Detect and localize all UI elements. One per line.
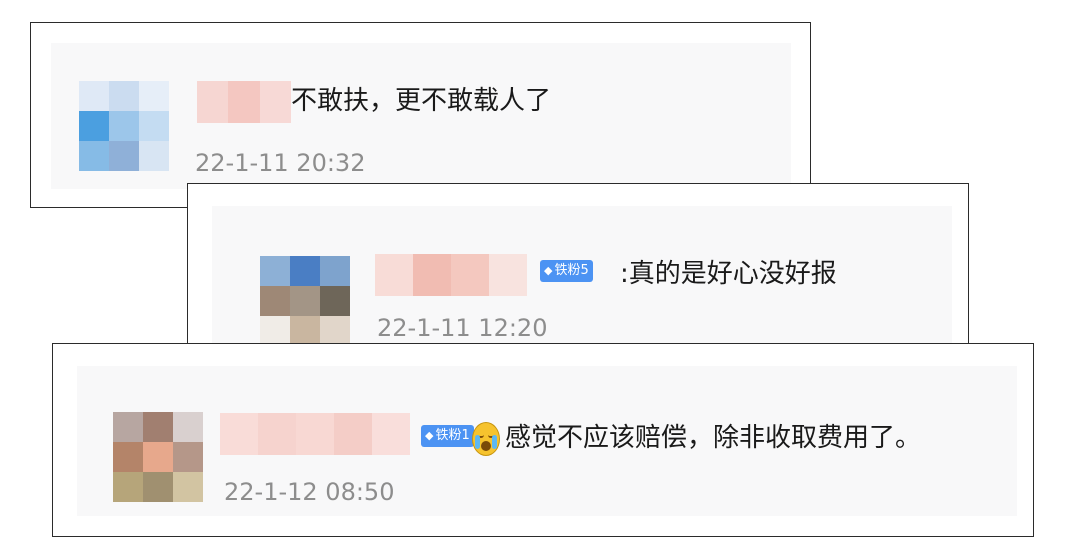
mosaic-cell	[375, 254, 413, 296]
mosaic-cell	[320, 316, 350, 346]
avatar[interactable]	[113, 412, 203, 502]
mosaic-cell	[260, 256, 290, 286]
mosaic-cell	[413, 254, 451, 296]
mosaic-cell	[334, 413, 372, 455]
mosaic-cell	[320, 256, 350, 286]
mosaic-cell	[139, 141, 169, 171]
mosaic-cell	[113, 442, 143, 472]
comment-card: ◆ 铁粉1 感觉不应该赔偿，除非收取费用了。 22-1-12 08:50	[52, 343, 1034, 537]
mosaic-cell	[79, 111, 109, 141]
mosaic-cell	[79, 81, 109, 111]
mosaic-cell	[489, 254, 527, 296]
mosaic-cell	[451, 254, 489, 296]
comment-body: ◆ 铁粉1 感觉不应该赔偿，除非收取费用了。 22-1-12 08:50	[77, 366, 1017, 516]
mosaic-cell	[173, 412, 203, 442]
mosaic-cell	[290, 316, 320, 346]
fan-level-badge[interactable]: ◆ 铁粉5	[540, 260, 593, 282]
comment-card: 不敢扶，更不敢载人了 22-1-11 20:32	[30, 22, 811, 208]
mosaic-cell	[228, 81, 260, 123]
mosaic-cell	[109, 81, 139, 111]
avatar[interactable]	[260, 256, 350, 346]
diamond-icon: ◆	[544, 264, 553, 277]
comment-text: 感觉不应该赔偿，除非收取费用了。	[505, 423, 922, 453]
mosaic-cell	[290, 286, 320, 316]
comment-text: 不敢扶，更不敢载人了	[291, 86, 552, 116]
comment-text: :真的是好心没好报	[620, 259, 837, 289]
mosaic-cell	[109, 141, 139, 171]
comment-body: 不敢扶，更不敢载人了 22-1-11 20:32	[51, 43, 791, 189]
username-blurred[interactable]	[197, 81, 291, 123]
mosaic-cell	[320, 286, 350, 316]
mosaic-cell	[372, 413, 410, 455]
comment-body: ◆ 铁粉5 :真的是好心没好报 22-1-11 12:20	[212, 206, 952, 346]
mosaic-cell	[143, 472, 173, 502]
mosaic-cell	[290, 256, 320, 286]
mosaic-cell	[113, 472, 143, 502]
comment-timestamp: 22-1-12 08:50	[224, 478, 395, 506]
comment-timestamp: 22-1-11 12:20	[377, 314, 548, 342]
mosaic-cell	[197, 81, 229, 123]
badge-label: 铁粉5	[554, 263, 589, 278]
crying-face-icon	[472, 422, 500, 456]
mosaic-cell	[139, 81, 169, 111]
avatar[interactable]	[79, 81, 169, 171]
mosaic-cell	[260, 286, 290, 316]
username-blurred[interactable]	[220, 413, 410, 455]
diamond-icon: ◆	[425, 429, 434, 442]
mosaic-cell	[109, 111, 139, 141]
mosaic-cell	[139, 111, 169, 141]
mosaic-cell	[173, 472, 203, 502]
comment-timestamp: 22-1-11 20:32	[195, 149, 366, 177]
comment-card: ◆ 铁粉5 :真的是好心没好报 22-1-11 12:20	[187, 183, 969, 367]
mosaic-cell	[113, 412, 143, 442]
fan-level-badge[interactable]: ◆ 铁粉1	[421, 425, 474, 447]
username-blurred[interactable]	[375, 254, 527, 296]
mosaic-cell	[296, 413, 334, 455]
mosaic-cell	[220, 413, 258, 455]
mosaic-cell	[143, 442, 173, 472]
mosaic-cell	[173, 442, 203, 472]
mosaic-cell	[258, 413, 296, 455]
mosaic-cell	[260, 316, 290, 346]
mosaic-cell	[79, 141, 109, 171]
mosaic-cell	[143, 412, 173, 442]
mosaic-cell	[259, 81, 291, 123]
badge-label: 铁粉1	[435, 428, 470, 443]
